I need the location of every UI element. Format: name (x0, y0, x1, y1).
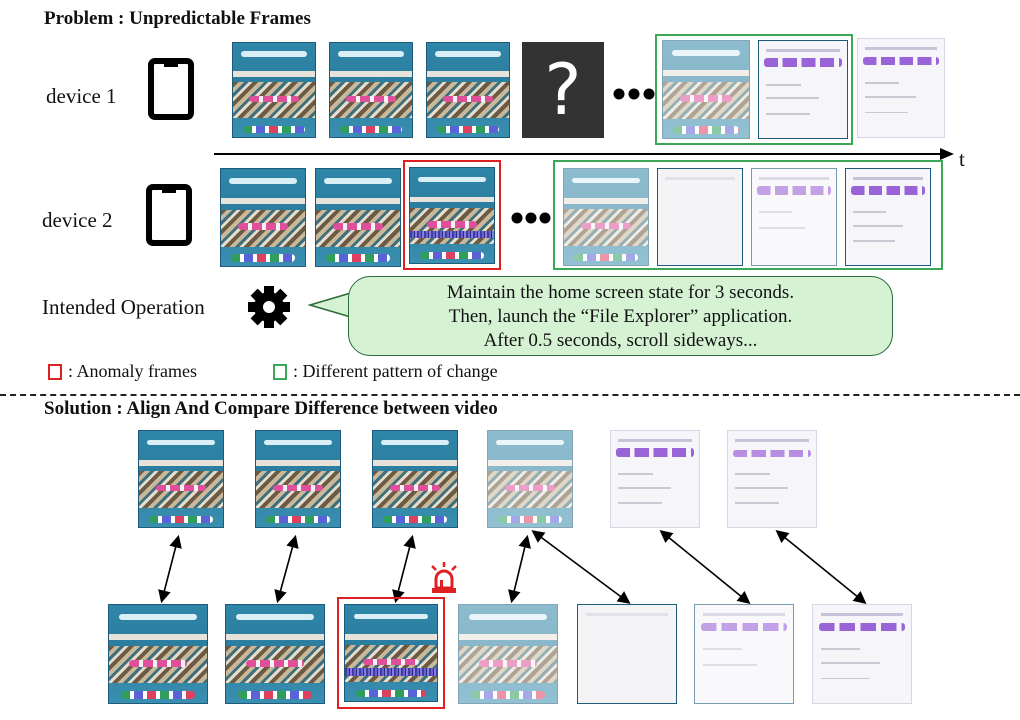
solution-bottom-frame-5 (577, 604, 677, 704)
solution-bottom-frame-2 (225, 604, 325, 704)
solution-bottom-frame-4 (458, 604, 558, 704)
solution-bottom-frame-anomaly (344, 604, 438, 702)
siren-icon (431, 562, 457, 593)
solution-bottom-frame-6 (694, 604, 794, 704)
solution-bottom-frame-7 (812, 604, 912, 704)
solution-anomaly-box (337, 597, 445, 709)
solution-bottom-frame-1 (108, 604, 208, 704)
